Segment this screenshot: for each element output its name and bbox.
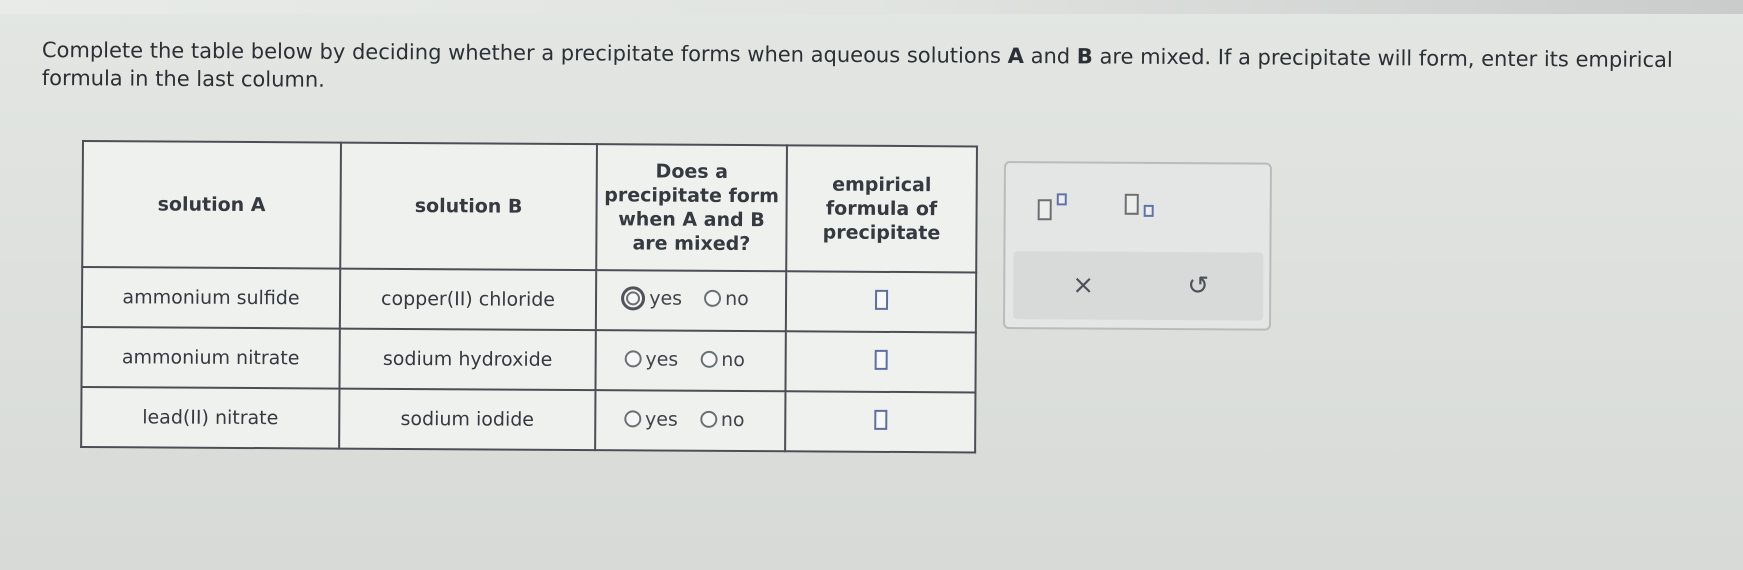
header-precipitate-question: Does a precipitate form when A and B are… [596,144,787,272]
close-icon: × [1072,270,1095,301]
radio-yes-label: yes [649,286,683,310]
radio-no-option[interactable]: no [699,408,757,431]
cell-solution-a: ammonium sulfide [81,267,341,329]
superscript-base-box [1037,199,1052,221]
cell-solution-b: sodium hydroxide [339,328,596,391]
page: Complete the table below by deciding whe… [0,0,1743,570]
superscript-button[interactable] [1036,191,1076,221]
clear-button[interactable]: × [1063,265,1103,305]
table-row: ammonium sulfide copper(II) chloride yes… [81,267,977,333]
radio-yes-label: yes [644,408,678,431]
cell-solution-a: ammonium nitrate [81,327,340,389]
cell-solution-b: sodium iodide [339,388,596,451]
superscript-exponent-box [1056,193,1067,206]
header-precipitate-question-text: Does a precipitate form when A and B are… [604,160,780,256]
instructions-solution-a: A [1007,43,1025,68]
instructions: Complete the table below by deciding whe… [42,36,1722,102]
subscript-index-box [1143,204,1154,217]
cell-precipitate-choice: yes no [595,390,786,452]
radio-no-label: no [720,408,745,431]
cell-solution-a: lead(II) nitrate [81,387,340,449]
radio-no-button[interactable] [699,411,717,429]
radio-yes-option[interactable]: yes [623,408,690,431]
radio-no-label: no [725,287,749,310]
formula-input[interactable] [874,349,888,370]
precipitate-radio-group: yes no [623,408,757,431]
header-solution-a: solution A [82,141,341,269]
cell-precipitate-choice: yes no [595,330,786,392]
precipitate-radio-group: yes no [624,348,757,371]
cell-formula [785,271,977,333]
radio-yes-option[interactable]: yes [624,348,690,370]
top-bar [0,0,1743,14]
cell-solution-b: copper(II) chloride [339,268,597,331]
radio-yes-button[interactable] [623,410,642,428]
subscript-base-box [1124,193,1139,215]
cell-formula [785,391,976,453]
undo-icon: ↺ [1187,271,1210,302]
header-empirical-formula-text: empirical formula of precipitate [822,173,941,245]
instructions-solution-b: B [1076,44,1093,69]
precipitate-table: solution A solution B Does a precipitate… [80,140,978,454]
radio-yes-label: yes [645,348,679,371]
radio-no-button[interactable] [704,289,722,307]
radio-no-option[interactable]: no [700,349,757,371]
instructions-text-1: Complete the table below by deciding whe… [41,37,1008,68]
table-row: ammonium nitrate sodium hydroxide yes no [81,327,976,393]
subscript-button[interactable] [1123,192,1163,222]
header-empirical-formula: empirical formula of precipitate [786,145,977,273]
radio-yes-option[interactable]: yes [621,285,694,310]
radio-no-option[interactable]: no [704,287,761,310]
undo-button[interactable]: ↺ [1178,266,1218,306]
cell-precipitate-choice: yes no [595,270,787,332]
radio-yes-button[interactable] [621,285,646,310]
radio-yes-button[interactable] [624,350,642,368]
precipitate-radio-group: yes no [621,285,761,311]
formula-input[interactable] [873,409,887,430]
formula-tool-row [1005,163,1269,245]
formula-action-row: × ↺ [1013,251,1264,321]
radio-no-button[interactable] [700,351,718,369]
instructions-text-2: and [1023,43,1077,69]
header-solution-b: solution B [340,142,597,271]
formula-input[interactable] [874,289,888,310]
formula-tool-palette: × ↺ [1002,161,1272,331]
radio-no-label: no [721,348,745,371]
cell-formula [785,331,976,393]
table-row: lead(II) nitrate sodium iodide yes no [81,387,976,453]
table-header-row: solution A solution B Does a precipitate… [82,141,977,273]
